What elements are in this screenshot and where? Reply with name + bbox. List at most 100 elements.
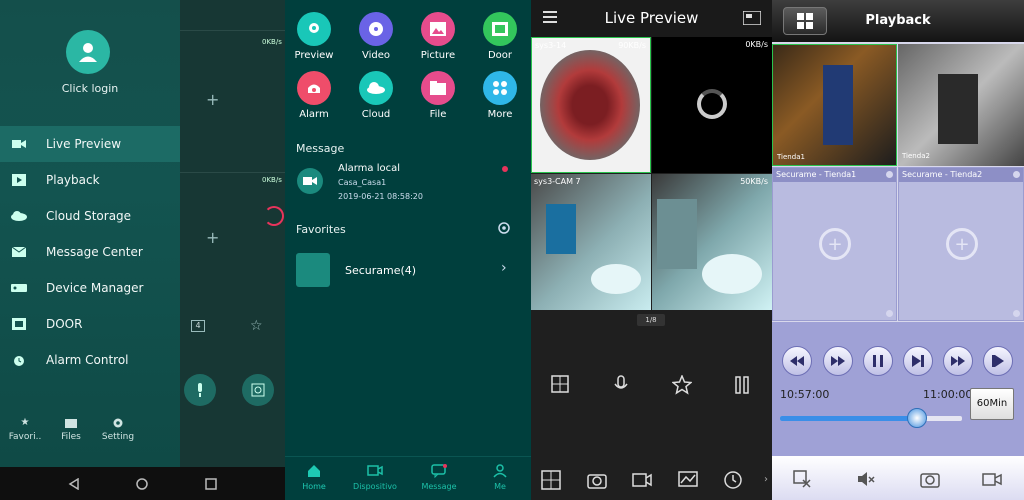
- live-preview-panel: Live Preview sys3-14 90KB/s 0KB/s sys3-C…: [531, 0, 772, 500]
- menu-item-device-manager[interactable]: Device Manager: [0, 270, 180, 306]
- tab-label: Favori..: [8, 432, 42, 442]
- split-screen-icon[interactable]: [551, 375, 571, 395]
- grid-view-button[interactable]: [783, 7, 827, 35]
- nav-me[interactable]: Me: [475, 464, 525, 491]
- playback-panel: Playback Tienda1 Tienda2 Securame - Tien…: [772, 0, 1024, 500]
- menu-item-alarm-control[interactable]: Alarm Control: [0, 342, 180, 378]
- fast-forward-button[interactable]: [823, 346, 853, 376]
- mail-icon: [11, 246, 27, 258]
- favorite-item[interactable]: Securame(4): [345, 264, 416, 277]
- snapshot-icon[interactable]: [587, 470, 607, 490]
- pause-button[interactable]: [863, 346, 893, 376]
- microphone-button[interactable]: [184, 374, 216, 406]
- image-quality-icon[interactable]: [678, 470, 698, 490]
- nav-label: Dispositivo: [353, 482, 397, 491]
- menu-item-message-center[interactable]: Message Center: [0, 234, 180, 270]
- nav-message[interactable]: Message: [414, 464, 464, 491]
- alarm-icon: [297, 71, 331, 105]
- record-icon[interactable]: [982, 470, 1002, 488]
- cell-name: Securame - Tienda1: [773, 168, 896, 182]
- app-label: File: [429, 109, 447, 120]
- snapshot-icon[interactable]: [920, 470, 940, 488]
- tab-files[interactable]: Files: [46, 418, 96, 442]
- status-dot: [1013, 171, 1020, 178]
- video-cell[interactable]: Tienda1: [772, 44, 897, 166]
- app-more[interactable]: More: [470, 71, 530, 120]
- status-dot: [886, 310, 893, 317]
- app-door[interactable]: Door: [470, 12, 530, 61]
- video-cell[interactable]: sys3-14 90KB/s: [531, 37, 651, 173]
- video-cell[interactable]: 0KB/s: [652, 37, 772, 173]
- mute-icon[interactable]: [857, 470, 875, 488]
- grid-layout-icon[interactable]: [541, 470, 561, 490]
- star-icon[interactable]: [672, 375, 692, 395]
- add-playback-icon[interactable]: +: [819, 228, 851, 260]
- settings-icon[interactable]: [498, 222, 510, 234]
- time-end: 11:00:00: [923, 388, 973, 401]
- faster-button[interactable]: [943, 346, 973, 376]
- door-icon: [11, 318, 27, 330]
- video-cell[interactable]: 50KB/s: [652, 174, 772, 310]
- add-playback-icon[interactable]: +: [946, 228, 978, 260]
- video-cell[interactable]: Securame - Tienda2 +: [898, 167, 1024, 321]
- file-icon: [421, 71, 455, 105]
- store-display: [591, 264, 641, 294]
- menu-item-door[interactable]: DOOR: [0, 306, 180, 342]
- app-label: Cloud: [361, 109, 391, 120]
- play-icon: [992, 355, 1004, 367]
- user-icon: [79, 43, 97, 62]
- tab-favorites[interactable]: ★ Favori..: [0, 418, 50, 443]
- star-icon[interactable]: ☆: [250, 318, 263, 334]
- skip-back-button[interactable]: [782, 346, 812, 376]
- video-cell[interactable]: Tienda2: [898, 44, 1024, 166]
- cell-rate: 0KB/s: [745, 40, 768, 49]
- store-doorway: [938, 74, 978, 144]
- app-alarm[interactable]: Alarm: [285, 71, 344, 120]
- fisheye-feed: [540, 50, 640, 160]
- next-frame-button[interactable]: [903, 346, 933, 376]
- login-link[interactable]: Click login: [0, 82, 180, 95]
- app-preview[interactable]: Preview: [285, 12, 344, 61]
- live-header: Live Preview: [531, 0, 772, 37]
- app-picture[interactable]: Picture: [408, 12, 468, 61]
- playback-timer-icon[interactable]: [723, 470, 743, 490]
- screen-layout-icon[interactable]: [743, 11, 761, 25]
- close-split-icon[interactable]: [793, 470, 811, 488]
- nav-home[interactable]: Home: [289, 464, 339, 491]
- home-icon[interactable]: [136, 477, 149, 490]
- status-dot: [886, 171, 893, 178]
- video-cell[interactable]: sys3-CAM 7: [531, 174, 651, 310]
- tab-setting[interactable]: Setting: [93, 418, 143, 442]
- video-cell[interactable]: Securame - Tienda1 +: [772, 167, 897, 321]
- avatar[interactable]: [66, 30, 110, 74]
- app-label: More: [487, 109, 513, 120]
- store-display: [702, 254, 762, 294]
- pause-icon[interactable]: [732, 375, 752, 395]
- app-label: Door: [487, 50, 513, 61]
- timeline-track[interactable]: [780, 416, 962, 421]
- menu-item-live-preview[interactable]: Live Preview: [0, 126, 180, 162]
- app-video[interactable]: Video: [346, 12, 406, 61]
- chevron-right-icon[interactable]: ›: [764, 474, 768, 485]
- recents-icon[interactable]: [205, 477, 217, 490]
- channel-rate: 0KB/s: [262, 176, 282, 184]
- interval-selector[interactable]: 60Min: [970, 388, 1014, 420]
- menu-item-cloud-storage[interactable]: Cloud Storage: [0, 198, 180, 234]
- add-channel-icon[interactable]: +: [206, 228, 219, 247]
- menu-item-playback[interactable]: Playback: [0, 162, 180, 198]
- nav-dispositivo[interactable]: Dispositivo: [350, 464, 400, 491]
- grid-icon: [797, 13, 813, 29]
- play-all-button[interactable]: [983, 346, 1013, 376]
- microphone-icon[interactable]: [611, 375, 631, 395]
- app-cloud[interactable]: Cloud: [346, 71, 406, 120]
- preview-icon: [297, 12, 331, 46]
- add-channel-icon[interactable]: +: [206, 90, 219, 109]
- row-divider: [180, 172, 285, 173]
- capture-button[interactable]: [242, 374, 274, 406]
- app-file[interactable]: File: [408, 71, 468, 120]
- timeline-thumb[interactable]: [906, 408, 927, 428]
- back-icon[interactable]: [68, 477, 80, 490]
- chevron-right-icon[interactable]: ›: [501, 260, 507, 276]
- message-title[interactable]: Alarma local: [338, 163, 400, 174]
- record-icon[interactable]: [632, 470, 652, 490]
